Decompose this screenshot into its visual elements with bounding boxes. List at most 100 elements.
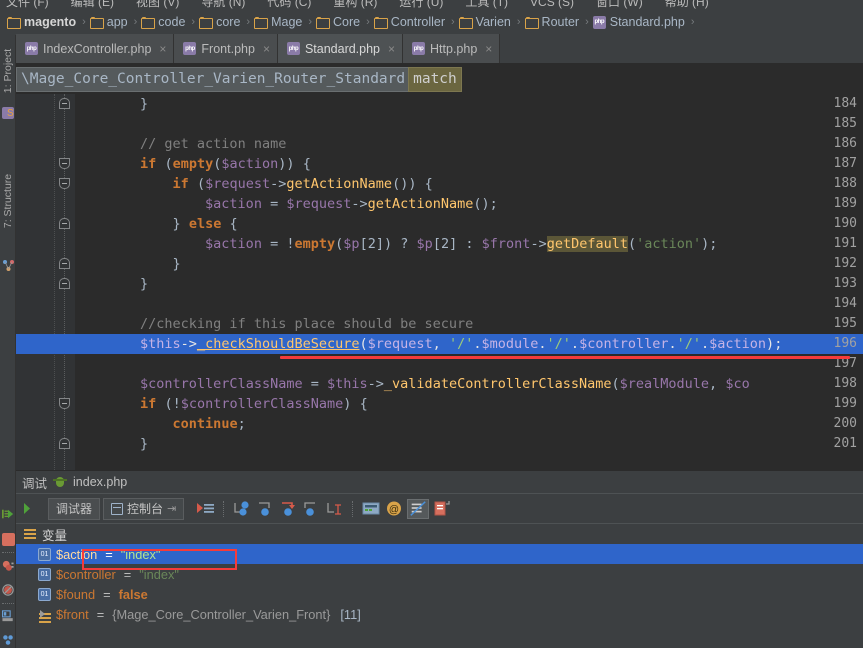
- breadcrumb-item-code[interactable]: code: [141, 15, 185, 29]
- menu-item-3[interactable]: 导航 (N): [201, 0, 245, 8]
- variable-row[interactable]: 01 $found = false: [16, 584, 863, 604]
- view-breakpoints-icon[interactable]: [2, 560, 14, 572]
- menu-item-10[interactable]: 帮助 (H): [665, 0, 709, 8]
- menu-item-0[interactable]: 文件 (F): [6, 0, 49, 8]
- force-step-into-icon[interactable]: [278, 500, 298, 518]
- step-over-icon[interactable]: [232, 500, 252, 518]
- code-line[interactable]: 187 if (empty($action)) {: [16, 154, 863, 174]
- code-line[interactable]: 191 $action = !empty($p[2]) ? $p[2] : $f…: [16, 234, 863, 254]
- breadcrumb-item-app[interactable]: app: [89, 15, 128, 29]
- code-line[interactable]: 193 }: [16, 274, 863, 294]
- close-icon[interactable]: ×: [159, 42, 166, 56]
- breadcrumb-item-core[interactable]: Core: [316, 15, 360, 29]
- menu-item-7[interactable]: 工具 (T): [465, 0, 508, 8]
- menu-item-8[interactable]: VCS (S): [530, 0, 574, 8]
- code-line[interactable]: 194: [16, 294, 863, 314]
- debug-toolbar[interactable]: 调试器 控制台 ⇥ @: [16, 493, 863, 523]
- code-fold-toggle[interactable]: [59, 258, 70, 269]
- breadcrumb-item-magento[interactable]: magento: [7, 15, 76, 29]
- variables-panel[interactable]: 变量 01 $action = "index" 01 $controller = "index…: [16, 523, 863, 648]
- step-out-icon[interactable]: [301, 500, 321, 518]
- code-fold-toggle[interactable]: [59, 438, 70, 449]
- resume-program-icon[interactable]: [2, 508, 14, 520]
- expand-arrow-icon[interactable]: [40, 610, 45, 618]
- breadcrumb[interactable]: magento › app › code › core › Mage › Core › Controll…: [0, 9, 863, 35]
- code-line[interactable]: 189 $action = $request->getActionName();: [16, 194, 863, 214]
- menu-item-2[interactable]: 视图 (V): [136, 0, 179, 8]
- menu-bar[interactable]: 文件 (F) 编辑 (E) 视图 (V) 导航 (N) 代码 (C) 重构 (R) 运行 (…: [0, 0, 863, 9]
- code-editor[interactable]: 184 } 185 186 // get action name 187 if (em…: [16, 94, 863, 470]
- sidebar-item-project[interactable]: 1: Project: [2, 39, 14, 103]
- show-execution-point-icon[interactable]: [195, 500, 215, 518]
- pin-icon[interactable]: [2, 634, 14, 646]
- at-icon[interactable]: @: [384, 500, 404, 518]
- mute-breakpoints-icon[interactable]: [407, 498, 430, 519]
- code-line[interactable]: 198 $controllerClassName = $this->_valid…: [16, 374, 863, 394]
- rerun-icon[interactable]: [23, 500, 40, 517]
- settings-icon[interactable]: [2, 610, 14, 622]
- editor-tab-standard-php[interactable]: php Standard.php ×: [277, 34, 404, 63]
- code-line[interactable]: 190 } else {: [16, 214, 863, 234]
- breadcrumb-item-varien[interactable]: Varien: [458, 15, 511, 29]
- menu-item-6[interactable]: 运行 (U): [399, 0, 443, 8]
- variable-row[interactable]: 01 $action = "index": [16, 544, 863, 564]
- pin-glyph[interactable]: ⇥: [167, 502, 176, 515]
- code-text: $action = !empty($p[2]) ? $p[2] : $front…: [205, 236, 718, 252]
- code-line[interactable]: 185: [16, 114, 863, 134]
- editor-tab-http-php[interactable]: php Http.php ×: [403, 34, 501, 63]
- code-line[interactable]: 195 //checking if this place should be s…: [16, 314, 863, 334]
- copy-frame-icon[interactable]: [432, 500, 452, 518]
- code-line[interactable]: 186 // get action name: [16, 134, 863, 154]
- close-icon[interactable]: ×: [485, 42, 492, 56]
- code-fold-toggle[interactable]: [59, 218, 70, 229]
- sidebar-item-structure[interactable]: 7: Structure: [2, 169, 14, 233]
- close-icon[interactable]: ×: [388, 42, 395, 56]
- code-fold-toggle[interactable]: [59, 278, 70, 289]
- menu-item-9[interactable]: 窗口 (W): [596, 0, 643, 8]
- tab-console[interactable]: 控制台 ⇥: [103, 497, 185, 520]
- code-rows[interactable]: 184 } 185 186 // get action name 187 if (em…: [16, 94, 863, 454]
- variables-header-label: 变量: [42, 528, 68, 543]
- mute-breakpoints-icon[interactable]: [2, 584, 14, 596]
- breadcrumb-item-controller[interactable]: Controller: [373, 15, 445, 29]
- nav-class-path[interactable]: \Mage_Core_Controller_Varien_Router_Stan…: [16, 66, 409, 92]
- code-fold-toggle[interactable]: [59, 98, 70, 109]
- code-line[interactable]: 201 }: [16, 434, 863, 454]
- breadcrumb-separator: ›: [585, 16, 589, 28]
- editor-tab-bar[interactable]: php IndexController.php × php Front.php × php S…: [16, 34, 863, 64]
- editor-tab-label: Front.php: [201, 41, 255, 56]
- code-line[interactable]: 188 if ($request->getActionName()) {: [16, 174, 863, 194]
- menu-item-5[interactable]: 重构 (R): [333, 0, 377, 8]
- editor-navigation-bar[interactable]: \Mage_Core_Controller_Varien_Router_Stan…: [16, 64, 863, 94]
- breadcrumb-item-label: code: [158, 15, 186, 29]
- variables-list[interactable]: 01 $action = "index" 01 $controller = "index" 01…: [16, 544, 863, 624]
- debug-panel[interactable]: 调试 index.php 调试器 控制台 ⇥ @ 变量 01 $action =…: [16, 470, 863, 648]
- code-line[interactable]: 184 }: [16, 94, 863, 114]
- editor-tab-indexcontroller-php[interactable]: php IndexController.php ×: [16, 34, 175, 63]
- variable-row[interactable]: 01 $controller = "index": [16, 564, 863, 584]
- close-icon[interactable]: ×: [263, 42, 270, 56]
- code-fold-toggle[interactable]: [59, 158, 70, 169]
- variable-row[interactable]: $front = {Mage_Core_Controller_Varien_Fron…: [16, 604, 863, 624]
- tab-debugger[interactable]: 调试器: [48, 497, 101, 520]
- menu-item-1[interactable]: 编辑 (E): [71, 0, 114, 8]
- breadcrumb-item-standard-php[interactable]: php Standard.php: [592, 15, 685, 29]
- code-text: continue;: [172, 416, 246, 432]
- breadcrumb-item-mage[interactable]: Mage: [254, 15, 302, 29]
- menu-item-4[interactable]: 代码 (C): [267, 0, 311, 8]
- evaluate-expression-icon[interactable]: [361, 500, 381, 518]
- breadcrumb-item-router[interactable]: Router: [524, 15, 579, 29]
- code-line[interactable]: 196 $this->_checkShouldBeSecure($request…: [16, 334, 863, 354]
- step-into-icon[interactable]: [255, 500, 275, 518]
- code-fold-toggle[interactable]: [59, 398, 70, 409]
- nav-method[interactable]: match: [408, 66, 462, 92]
- code-line[interactable]: 192 }: [16, 254, 863, 274]
- breadcrumb-item-core[interactable]: core: [199, 15, 240, 29]
- code-fold-toggle[interactable]: [59, 178, 70, 189]
- code-line[interactable]: 200 continue;: [16, 414, 863, 434]
- debug-side-toolbar[interactable]: [0, 470, 16, 648]
- stop-icon[interactable]: [2, 533, 15, 546]
- code-line[interactable]: 199 if (!$controllerClassName) {: [16, 394, 863, 414]
- editor-tab-front-php[interactable]: php Front.php ×: [174, 34, 278, 63]
- run-to-cursor-icon[interactable]: [324, 500, 344, 518]
